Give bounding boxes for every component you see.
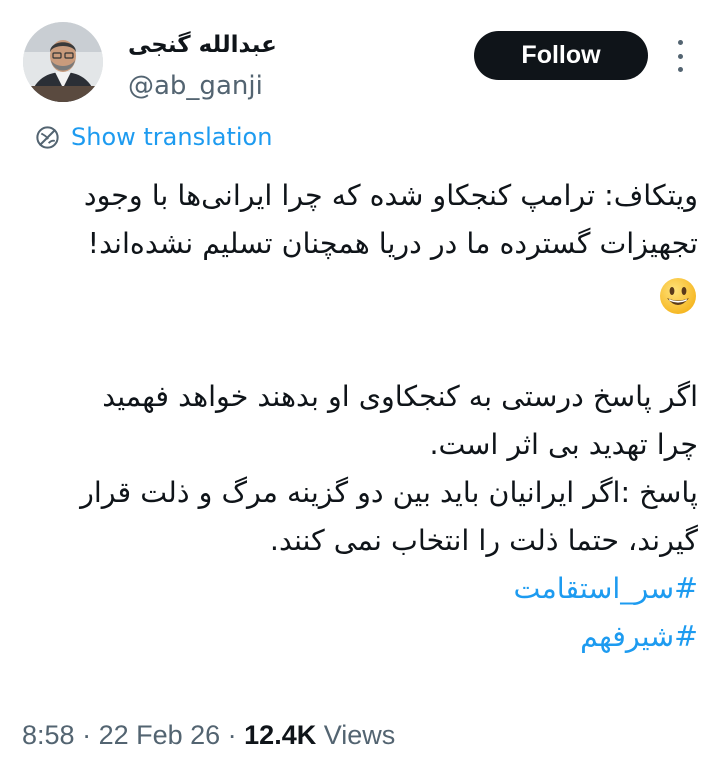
meta-separator: · — [74, 720, 99, 750]
tweet-time[interactable]: 8:58 — [22, 720, 75, 750]
tweet-line: پاسخ :اگر ایرانیان باید بین دو گزینه مرگ… — [80, 476, 698, 509]
more-options-button[interactable] — [666, 38, 694, 74]
show-translation-label: Show translation — [71, 123, 273, 151]
views-count[interactable]: 12.4K — [244, 720, 316, 750]
more-dot-icon — [677, 53, 683, 59]
grinning-face-emoji-icon — [660, 278, 696, 314]
tweet-text: ویتکاف: ترامپ کنجکاو شده که چرا ایرانی‌ه… — [18, 172, 698, 661]
hashtag-link[interactable]: #سر_استقامت — [514, 572, 699, 605]
meta-separator: · — [220, 720, 245, 750]
more-dot-icon — [677, 40, 683, 45]
follow-button[interactable]: Follow — [474, 31, 648, 80]
avatar[interactable] — [23, 22, 103, 102]
tweet-line: ویتکاف: ترامپ کنجکاو شده که چرا ایرانی‌ه… — [83, 179, 698, 212]
author-display-name[interactable]: عبدالله گنجی — [128, 32, 277, 58]
tweet-line: اگر پاسخ درستی به کنجکاوی او بدهند خواهد… — [102, 380, 698, 413]
more-dot-icon — [677, 67, 683, 72]
hashtag-link[interactable]: #شیرفهم — [580, 620, 698, 653]
tweet-line: گیرند، حتما ذلت را انتخاب نمی کنند. — [269, 524, 698, 557]
tweet-emoji-line — [18, 268, 698, 324]
views-label: Views — [316, 720, 396, 750]
tweet-line: چرا تهدید بی اثر است. — [429, 428, 698, 461]
tweet-meta: 8:58 · 22 Feb 26 · 12.4K Views — [22, 720, 395, 751]
avatar-image — [23, 22, 103, 102]
tweet-line: تجهیزات گسترده ما در دریا همچنان تسلیم ن… — [87, 227, 698, 260]
show-translation-link[interactable]: Show translation — [34, 121, 272, 153]
globe-icon — [36, 125, 59, 149]
author-handle[interactable]: @ab_ganji — [128, 71, 263, 101]
tweet-date[interactable]: 22 Feb 26 — [99, 720, 221, 750]
